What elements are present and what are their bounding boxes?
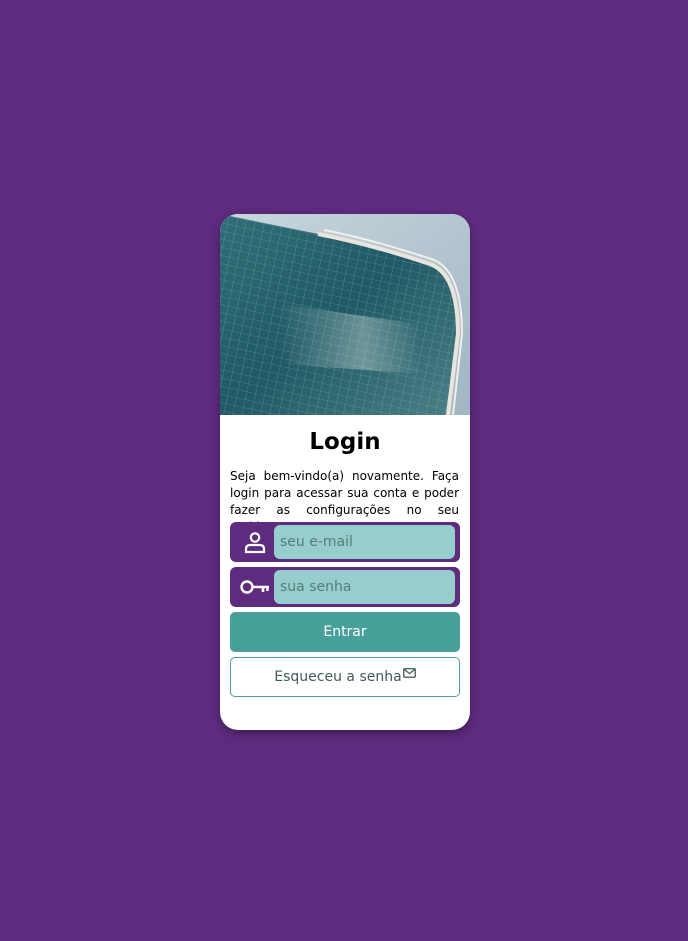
email-input[interactable]: [274, 525, 455, 559]
login-button[interactable]: Entrar: [230, 612, 460, 652]
password-input[interactable]: [274, 570, 455, 604]
password-field-group: [230, 567, 460, 607]
building-photo: [220, 214, 470, 415]
key-icon: [238, 575, 272, 599]
forgot-password-button[interactable]: Esqueceu a senha: [230, 657, 460, 697]
mail-icon: [402, 666, 416, 682]
page-title: Login: [309, 429, 381, 455]
login-card: Login Seja bem-vindo(a) novamente. Faça …: [220, 214, 470, 730]
email-field-group: [230, 522, 460, 562]
user-icon: [238, 530, 272, 554]
forgot-password-label: Esqueceu a senha: [274, 669, 402, 685]
